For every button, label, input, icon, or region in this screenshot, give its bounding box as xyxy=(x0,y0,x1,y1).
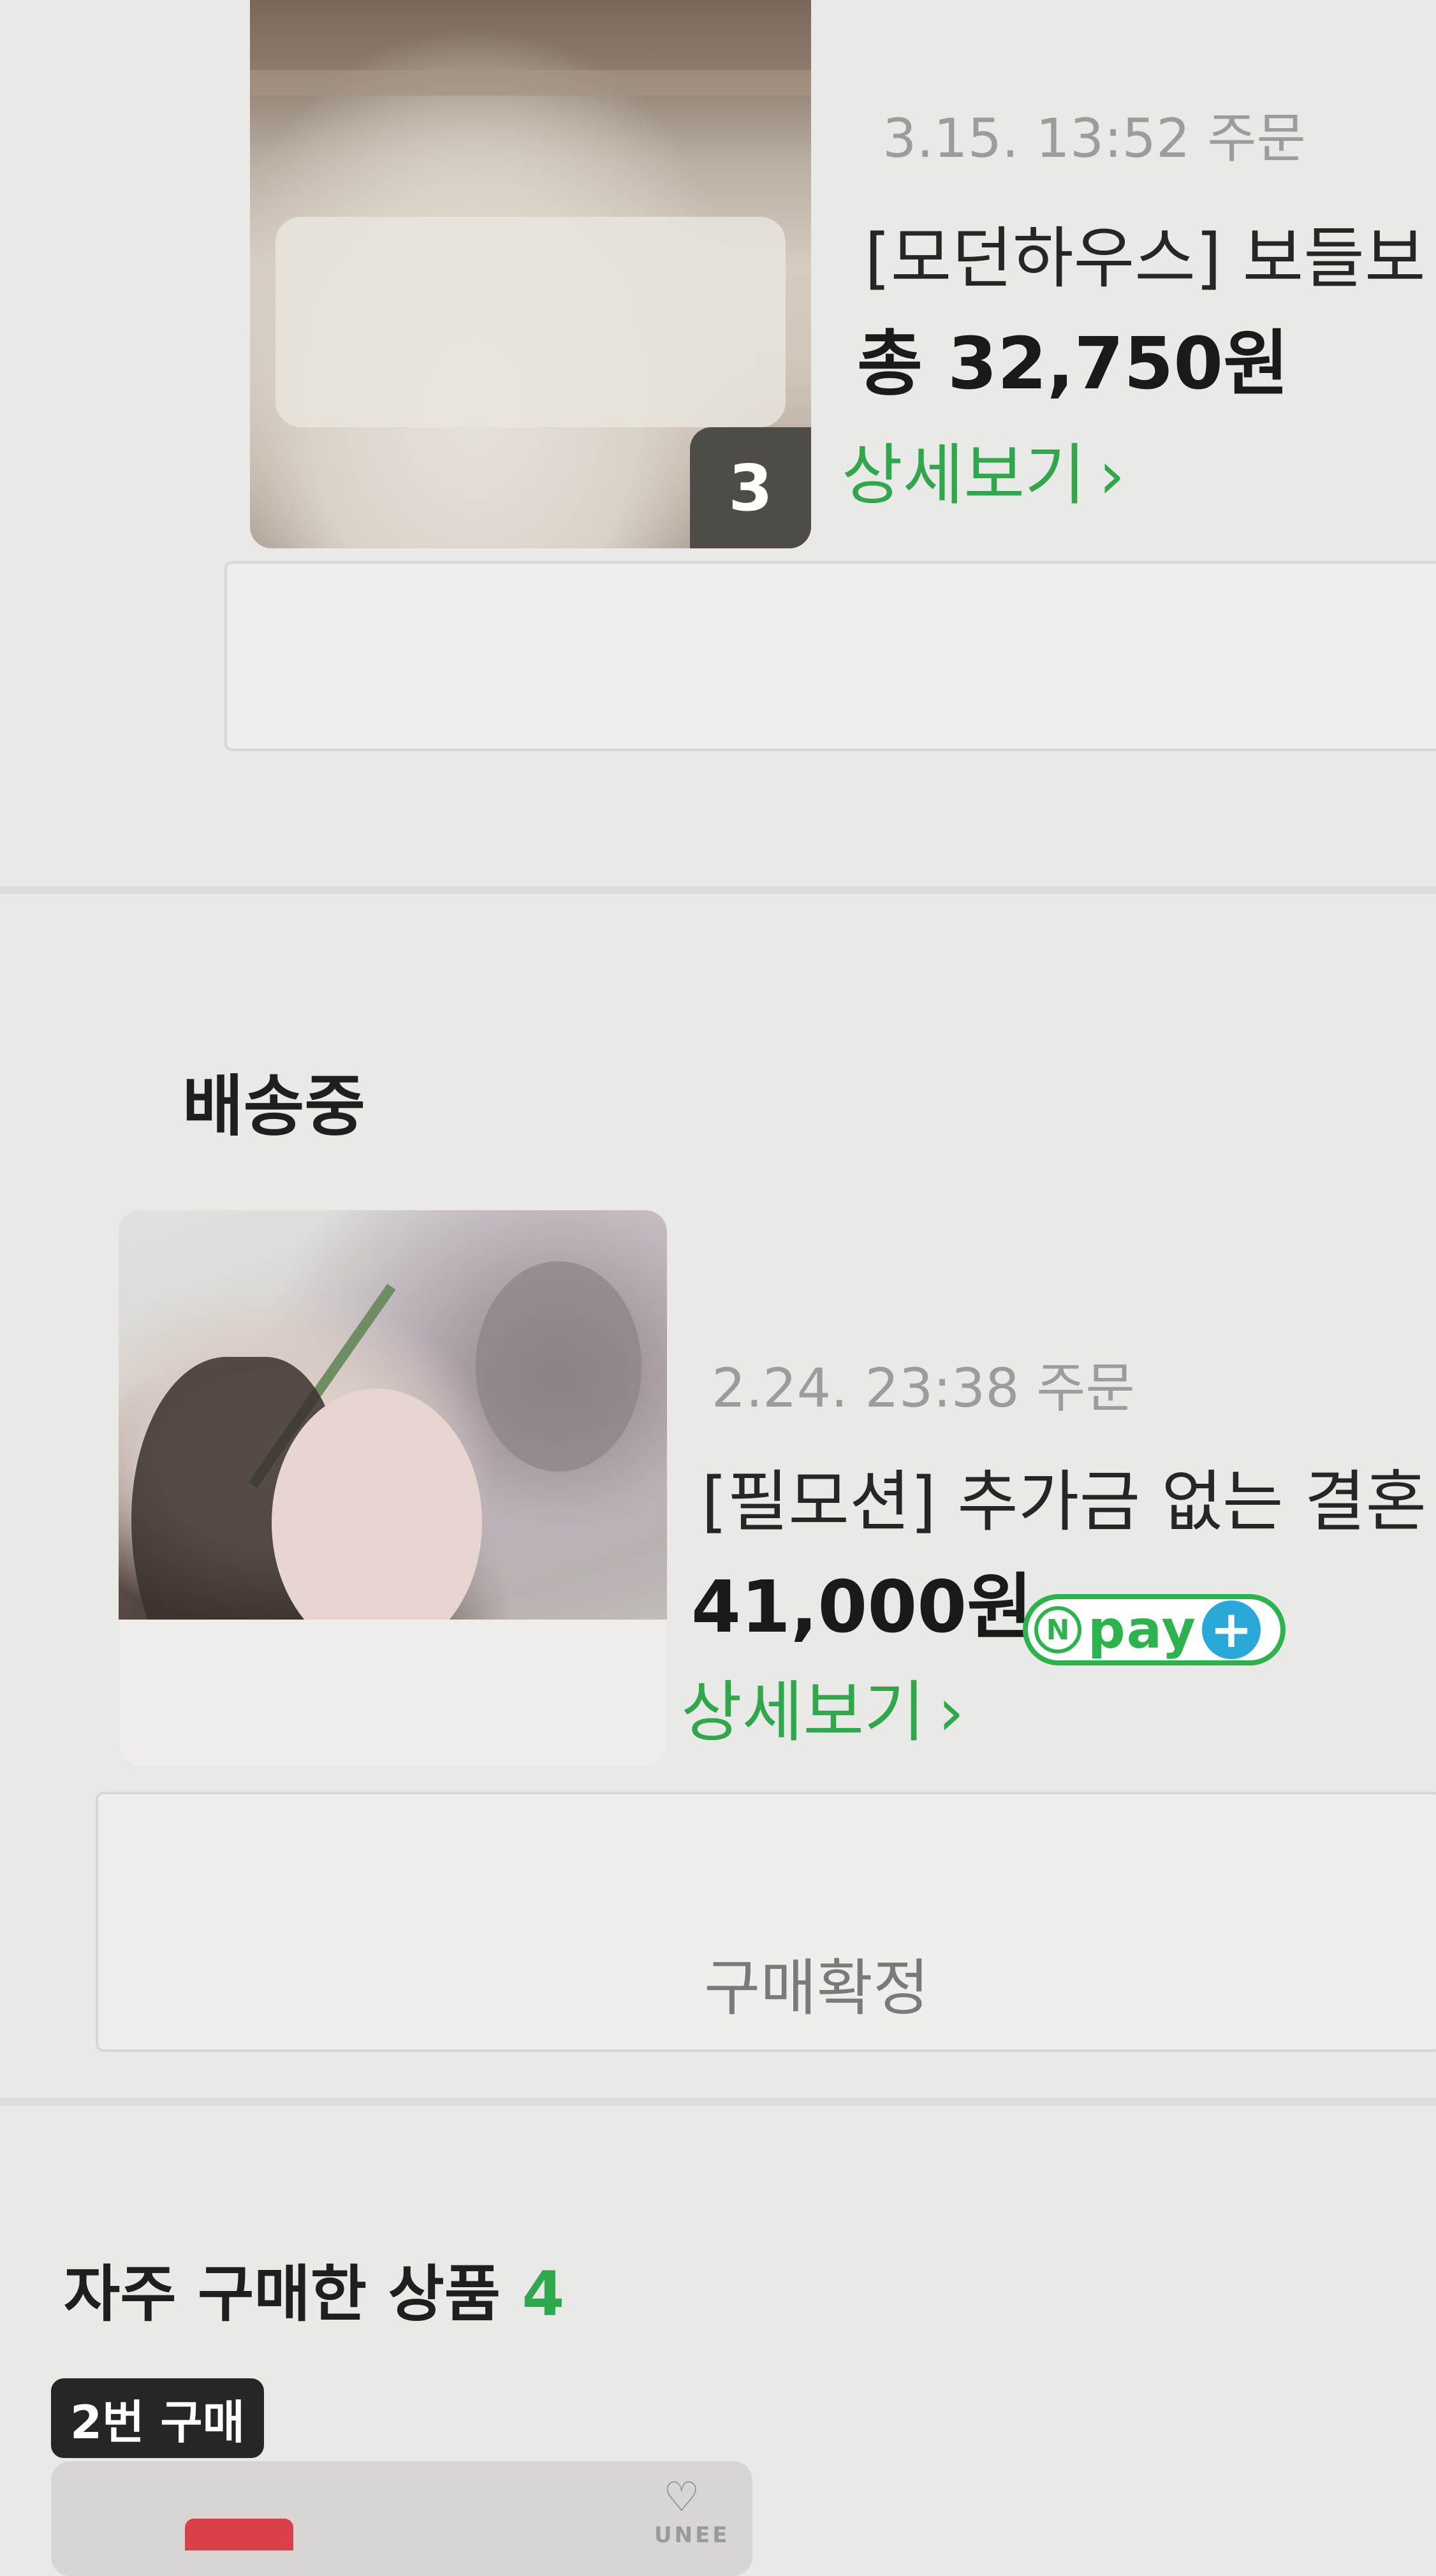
thumbnail-detail xyxy=(119,1620,667,1766)
detail-link[interactable]: 상세보기 › xyxy=(681,1658,964,1754)
brand-text: UNEE xyxy=(654,2522,730,2548)
npay-plus-badge: N pay + xyxy=(1023,1594,1286,1665)
order-title[interactable]: [모던하우스] 보들보 xyxy=(865,204,1426,300)
order-thumbnail[interactable]: 3 xyxy=(250,0,811,548)
confirm-purchase-button[interactable]: 구매확정 xyxy=(704,1938,929,2027)
order-thumbnail[interactable] xyxy=(119,1210,667,1766)
order-price: 41,000원 xyxy=(691,1566,1033,1649)
npay-label: pay xyxy=(1088,1599,1197,1660)
thumbnail-detail xyxy=(272,1389,482,1657)
thumbnail-detail xyxy=(250,70,811,96)
section-divider xyxy=(0,2098,1436,2105)
section-divider xyxy=(0,886,1436,894)
thumbnail-detail xyxy=(275,217,786,427)
thumbnail-detail xyxy=(476,1261,641,1472)
chevron-right-icon: › xyxy=(937,1673,965,1751)
item-count-badge: 3 xyxy=(690,427,811,548)
chevron-right-icon: › xyxy=(1098,436,1125,514)
purchase-count-badge: 2번 구매 xyxy=(51,2378,264,2458)
frequent-products-title: 자주 구매한 상품 4 xyxy=(64,2244,564,2333)
naver-n-icon: N xyxy=(1034,1606,1081,1653)
order-date: 2.24. 23:38 주문 xyxy=(712,1357,1135,1419)
plus-icon: + xyxy=(1201,1600,1261,1659)
frequent-count: 4 xyxy=(522,2258,565,2330)
heart-logo-icon: ♡ xyxy=(663,2474,700,2521)
order-price: 총 32,750원 xyxy=(857,323,1289,406)
frequent-title-text: 자주 구매한 상품 xyxy=(64,2258,501,2330)
order-history-page: 3 3.15. 13:52 주문 [모던하우스] 보들보 총 32,750원 상… xyxy=(0,0,1436,2576)
order-action-box xyxy=(224,561,1436,751)
detail-link[interactable]: 상세보기 › xyxy=(842,421,1125,517)
product-label-mark xyxy=(185,2519,293,2550)
frequent-product-card[interactable] xyxy=(51,2461,752,2576)
section-title-shipping: 배송중 xyxy=(182,1067,366,1145)
detail-label: 상세보기 xyxy=(681,1673,925,1751)
detail-label: 상세보기 xyxy=(842,436,1086,514)
order-title[interactable]: [필모션] 추가금 없는 결혼 xyxy=(701,1447,1426,1544)
order-date: 3.15. 13:52 주문 xyxy=(883,107,1306,170)
